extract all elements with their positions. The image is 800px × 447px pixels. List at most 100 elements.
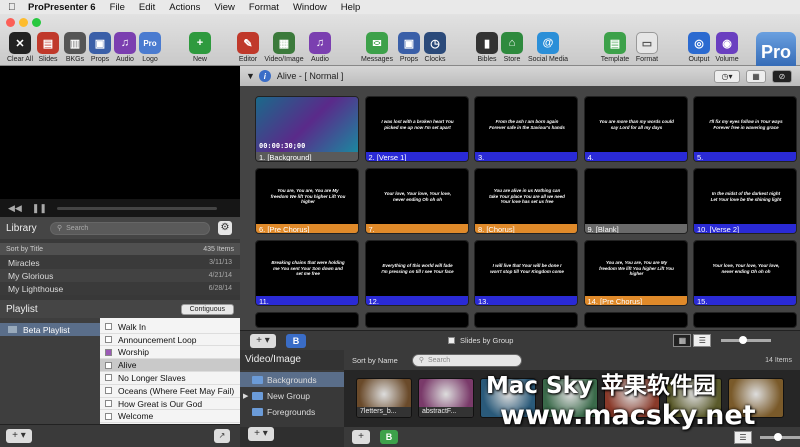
slide-thumbnail-partial[interactable]: [255, 312, 359, 328]
new-button[interactable]: + New: [183, 32, 217, 63]
zoom-slider[interactable]: [721, 336, 772, 344]
playlist-item[interactable]: Welcome: [100, 411, 240, 424]
slide-thumbnail[interactable]: I will live that Your will be done I won…: [474, 240, 578, 306]
add-playlist-button[interactable]: + ▾: [6, 429, 32, 443]
library-item[interactable]: Miracles 3/11/13: [0, 256, 240, 269]
logo-button[interactable]: Pro Logo: [133, 32, 167, 63]
playlist-item[interactable]: Walk In: [100, 321, 240, 334]
bible-button[interactable]: B: [286, 333, 306, 348]
disable-icon[interactable]: ⊘: [772, 69, 792, 83]
slide-thumbnail[interactable]: From the ash I am born again Forever saf…: [474, 96, 578, 162]
library-sort-button[interactable]: Sort by Title: [6, 246, 43, 253]
layout-icon[interactable]: ▦: [746, 69, 766, 83]
template-button[interactable]: ▤ Template: [598, 32, 632, 63]
minimize-window-icon[interactable]: [19, 18, 28, 27]
menu-file[interactable]: File: [110, 2, 125, 13]
slide-thumbnail[interactable]: You are, You are, You are My freedom We …: [255, 168, 359, 234]
slide-text: You are, You are, You are My freedom We …: [599, 260, 674, 277]
playlist-title: Playlist: [6, 303, 38, 315]
slide-thumbnail[interactable]: 00:00:30;00 1. [Background]: [255, 96, 359, 162]
timer-dropdown-icon[interactable]: ◷▾: [714, 69, 740, 83]
clocks-button[interactable]: ◷ Clocks: [418, 32, 452, 63]
folder-backgrounds[interactable]: Backgrounds: [240, 372, 344, 387]
playlist-items: Walk In Announcement Loop Worship Alive No L…: [100, 318, 240, 424]
menu-window[interactable]: Window: [293, 2, 327, 13]
slide-thumbnail[interactable]: I was lost with a broken heart You picke…: [364, 96, 469, 162]
media-thumbnail[interactable]: abstractF...: [418, 378, 474, 418]
add-slide-button[interactable]: + ▾: [250, 333, 276, 348]
slides-by-group-checkbox[interactable]: [448, 337, 455, 344]
disclosure-icon[interactable]: ▶: [243, 392, 248, 400]
menu-format[interactable]: Format: [249, 2, 279, 13]
expand-icon[interactable]: ↗: [214, 429, 230, 443]
playlist-item[interactable]: Worship: [100, 347, 240, 360]
video-image-button[interactable]: ▦ Video/Image: [264, 32, 304, 63]
playlist-item[interactable]: How Great is Our God: [100, 398, 240, 411]
library-item[interactable]: My Lighthouse 6/28/14: [0, 282, 240, 295]
slide-thumbnail[interactable]: You are more than my words could say Lor…: [583, 96, 688, 162]
media-search-input[interactable]: ⚲ Search: [411, 353, 522, 367]
playlist-item[interactable]: Announcement Loop: [100, 334, 240, 347]
folder-label: Backgrounds: [267, 374, 317, 385]
add-media-button[interactable]: +: [352, 430, 370, 444]
media-bible-button[interactable]: B: [380, 430, 398, 444]
document-icon: [105, 361, 112, 369]
preview-scrubber[interactable]: [56, 206, 217, 210]
slide-thumbnail[interactable]: You are, You are, You are My freedom We …: [583, 240, 688, 306]
library-settings-icon[interactable]: ⚙: [218, 221, 232, 235]
slide-thumbnail[interactable]: You are alive in us Nothing can take You…: [474, 168, 578, 234]
volume-button[interactable]: ◉ Volume: [710, 32, 744, 63]
left-panel: ◀◀ ❚❚ Library ⚲ Search ⚙ Sort by Title 4…: [0, 66, 240, 447]
pause-icon[interactable]: ❚❚: [32, 203, 47, 214]
menu-app-name[interactable]: ProPresenter 6: [28, 2, 96, 13]
contiguous-button[interactable]: Contiguous: [180, 303, 234, 315]
add-media-folder-button[interactable]: + ▾: [248, 427, 274, 441]
playlist-item[interactable]: No Longer Slaves: [100, 372, 240, 385]
editor-button[interactable]: ✎ Editor: [231, 32, 265, 63]
info-icon[interactable]: i: [258, 70, 271, 82]
slide-thumbnail-partial[interactable]: [693, 312, 797, 328]
slide-thumbnail[interactable]: I'll fix my eyes follow in Your ways For…: [693, 96, 797, 162]
playlist-item-label: Walk In: [118, 321, 147, 332]
folder-label: New Group: [267, 390, 310, 401]
library-item-date: 3/11/13: [209, 259, 232, 266]
playlist-beta[interactable]: Beta Playlist: [0, 323, 100, 336]
slide-thumbnail[interactable]: Breaking chains that were holding me You…: [255, 240, 359, 306]
menu-view[interactable]: View: [214, 2, 234, 13]
apple-icon[interactable]: : [8, 2, 18, 13]
format-button[interactable]: ▭ Format: [630, 32, 664, 63]
slide-thumbnail-partial[interactable]: [364, 312, 469, 328]
playlist-item[interactable]: Oceans (Where Feet May Fail): [100, 385, 240, 398]
close-window-icon[interactable]: [6, 18, 15, 27]
slide-thumbnail[interactable]: Your love, Your love, Your love, never e…: [364, 168, 469, 234]
library-header: Library ⚲ Search ⚙: [0, 217, 240, 239]
list-view-icon[interactable]: ☰: [693, 334, 712, 347]
audio-button[interactable]: ♫ Audio: [303, 32, 337, 63]
slide-thumbnail[interactable]: Your love, Your love, Your love, never e…: [693, 240, 797, 306]
messages-button[interactable]: ✉ Messages: [360, 32, 394, 63]
grid-view-icon[interactable]: ▦: [673, 334, 692, 347]
store-button[interactable]: ⌂ Store: [495, 32, 529, 63]
slide-thumbnail[interactable]: In the midst of the darkest night Let Yo…: [693, 168, 797, 234]
slide-thumbnail[interactable]: Everything of this world will fade I'm p…: [364, 240, 469, 306]
menu-help[interactable]: Help: [341, 2, 361, 13]
slide-thumbnail-partial[interactable]: [474, 312, 578, 328]
slide-thumbnail-partial[interactable]: [583, 312, 688, 328]
media-sort-button[interactable]: Sort by Name: [352, 356, 398, 365]
menu-edit[interactable]: Edit: [139, 2, 155, 13]
social-media-button[interactable]: @ Social Media: [528, 32, 568, 63]
folder-foregrounds[interactable]: Foregrounds: [240, 404, 344, 419]
library-item[interactable]: My Glorious 4/21/14: [0, 269, 240, 282]
playlist-item[interactable]: Alive: [100, 359, 240, 372]
media-list-view-icon[interactable]: ☰: [734, 430, 752, 444]
slide-thumbnail[interactable]: 9. [Blank]: [583, 168, 688, 234]
slide-text: From the ash I am born again Forever saf…: [489, 119, 565, 130]
menu-actions[interactable]: Actions: [169, 2, 200, 13]
media-thumbnail[interactable]: 7letters_b...: [356, 378, 412, 418]
folder-new-group[interactable]: ▶ New Group: [240, 388, 344, 403]
zoom-window-icon[interactable]: [32, 18, 41, 27]
library-search-input[interactable]: ⚲ Search: [50, 221, 210, 235]
media-zoom-slider[interactable]: [760, 432, 800, 441]
rewind-icon[interactable]: ◀◀: [8, 203, 22, 214]
collapse-icon[interactable]: ▼: [246, 71, 255, 81]
